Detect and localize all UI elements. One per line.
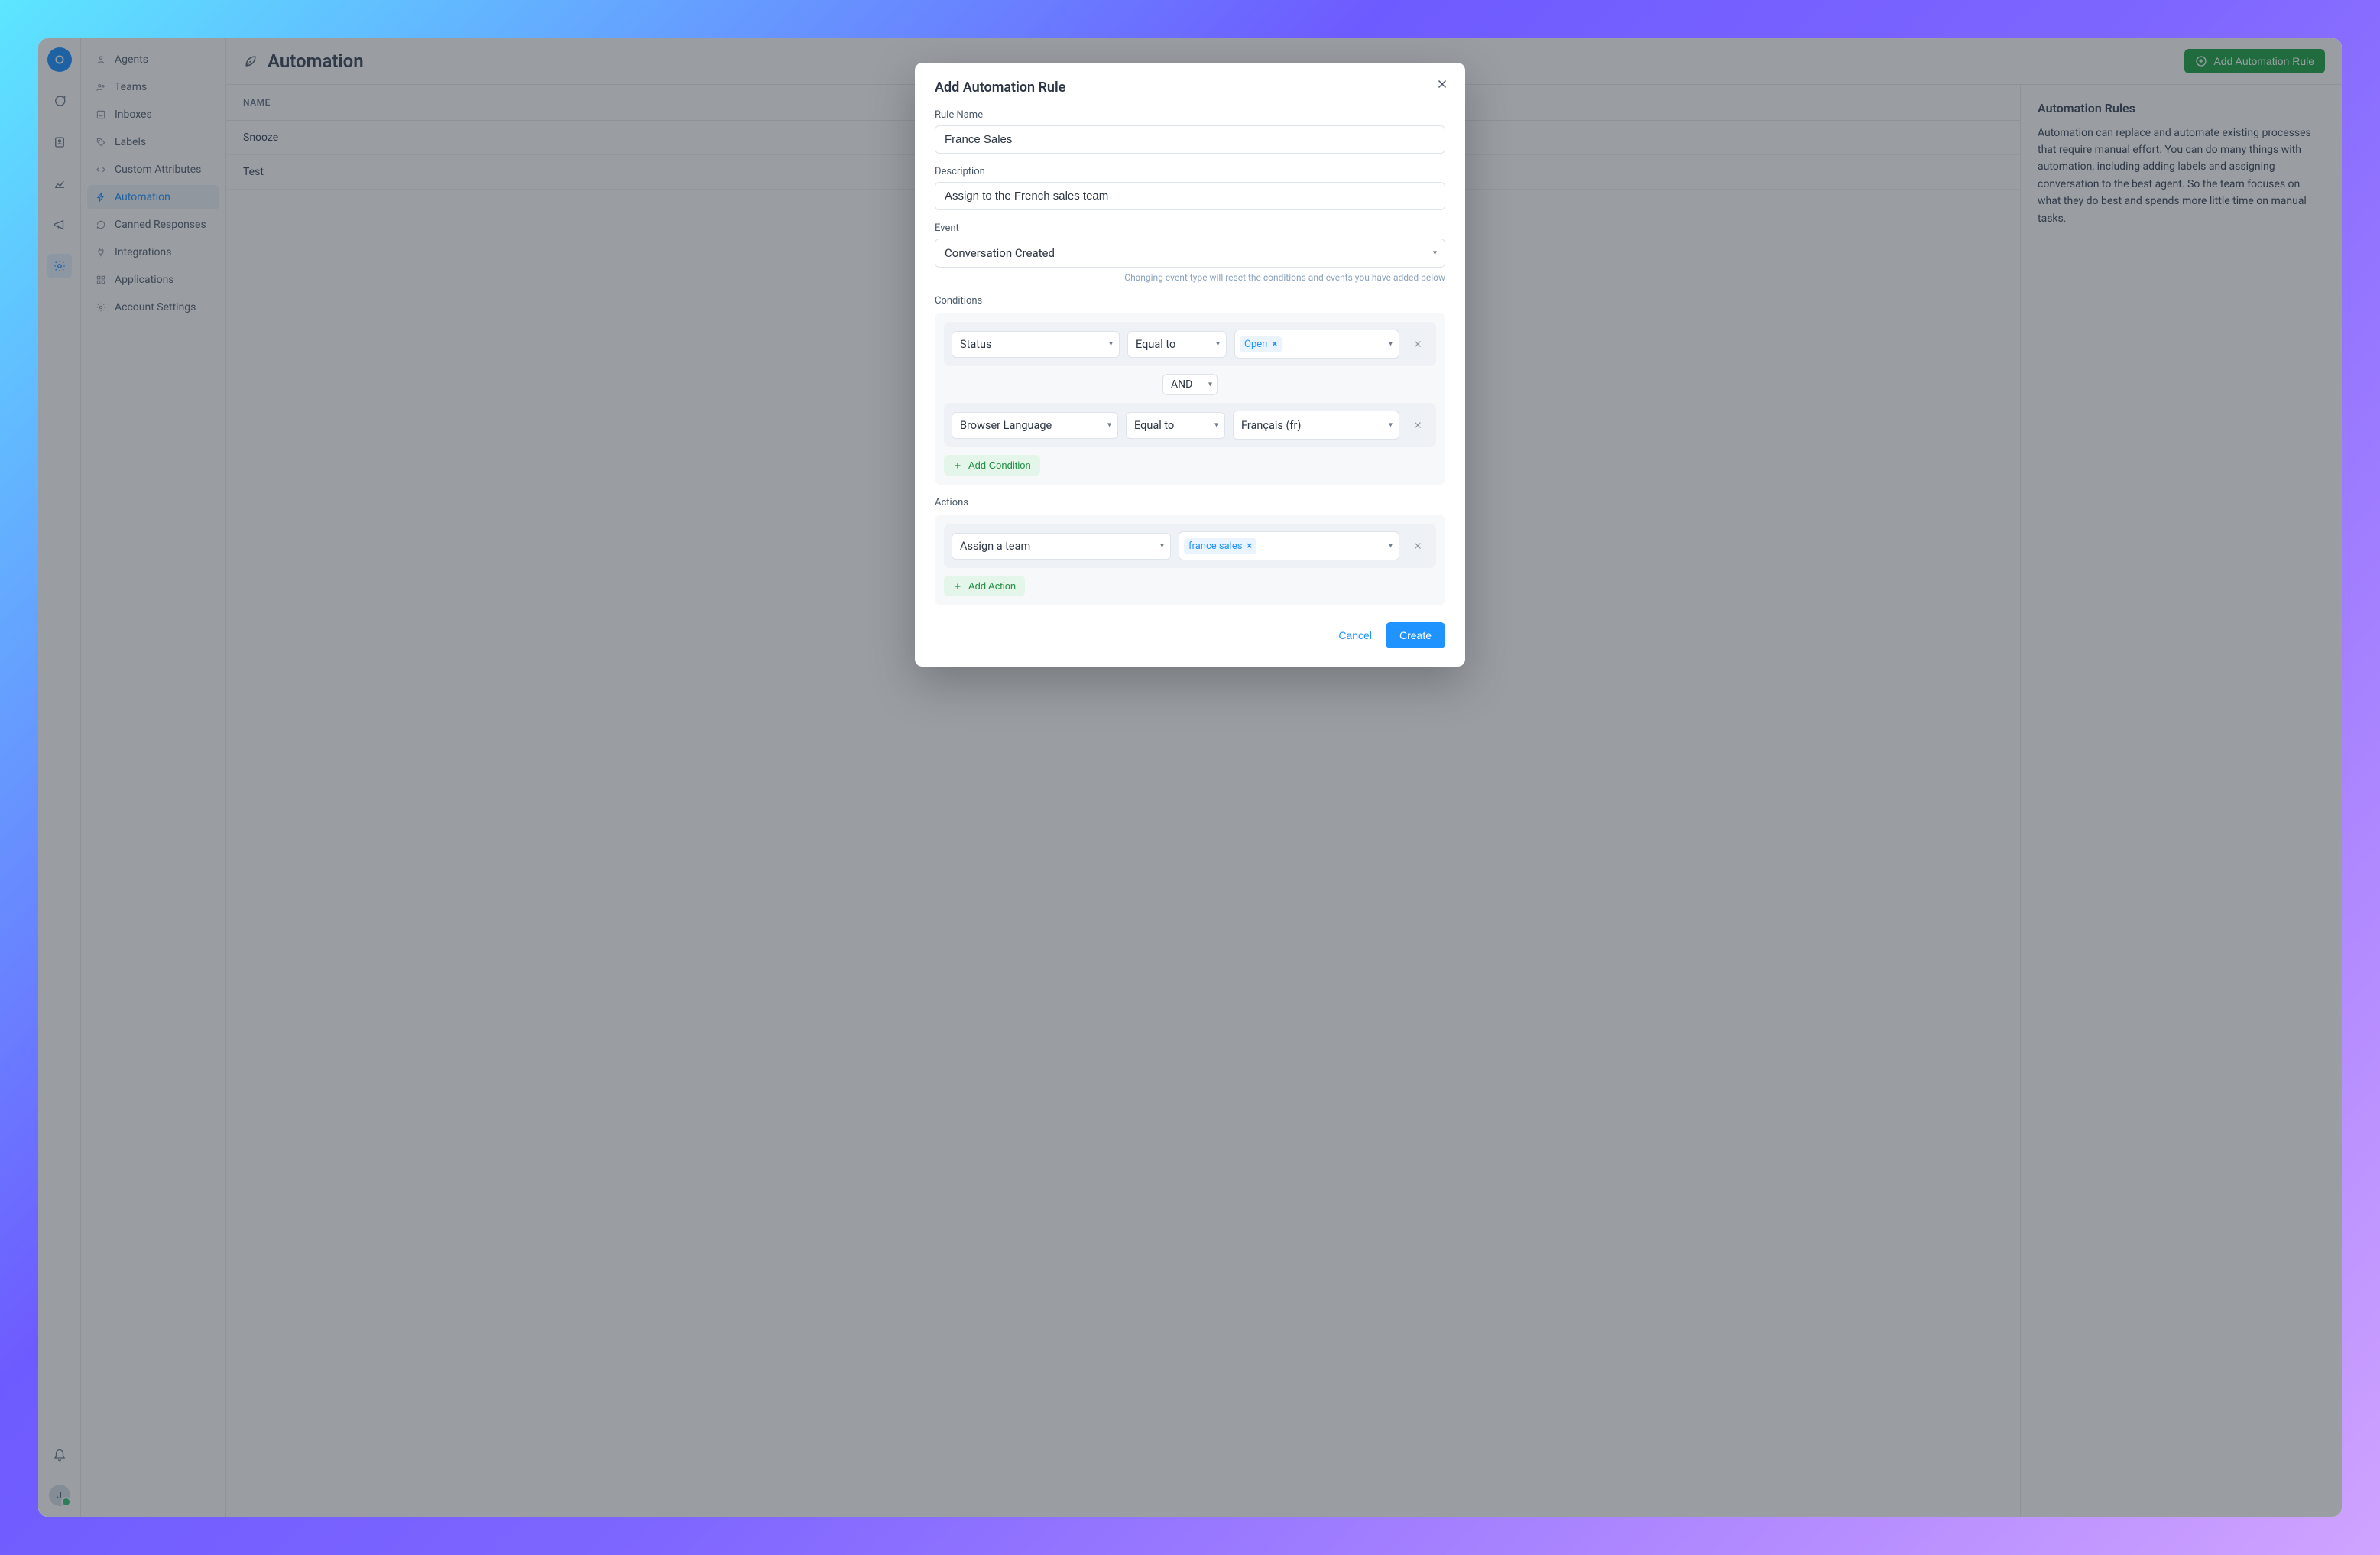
event-select[interactable]: Conversation Created: [935, 239, 1445, 268]
actions-label: Actions: [935, 497, 1445, 508]
modal-footer: Cancel Create: [935, 622, 1445, 648]
conditions-label: Conditions: [935, 295, 1445, 307]
cancel-button[interactable]: Cancel: [1338, 629, 1372, 641]
description-label: Description: [935, 166, 1445, 177]
action-value-multiselect[interactable]: france sales ×: [1179, 531, 1399, 560]
event-hint: Changing event type will reset the condi…: [935, 272, 1445, 283]
condition-field-select[interactable]: Browser Language: [952, 412, 1118, 439]
condition-field-select[interactable]: Status: [952, 331, 1120, 358]
chip-remove-icon[interactable]: ×: [1272, 339, 1277, 350]
condition-operator-select[interactable]: Equal to: [1127, 331, 1227, 358]
remove-condition-icon[interactable]: [1407, 333, 1428, 355]
remove-condition-icon[interactable]: [1407, 414, 1428, 436]
action-row: Assign a team france sales ×: [944, 524, 1436, 568]
chip-label: france sales: [1188, 541, 1242, 552]
condition-value-select[interactable]: Français (fr): [1233, 411, 1399, 440]
actions-panel: Assign a team france sales × Add Action: [935, 515, 1445, 605]
app-window: J Agents Teams Inboxes Labels Custom Att…: [38, 38, 2342, 1517]
create-button[interactable]: Create: [1386, 622, 1445, 648]
plus-icon: [953, 582, 962, 591]
close-icon[interactable]: [1432, 73, 1453, 95]
rule-name-label: Rule Name: [935, 109, 1445, 121]
add-condition-button[interactable]: Add Condition: [944, 455, 1040, 476]
chip-remove-icon[interactable]: ×: [1247, 541, 1252, 552]
rule-name-input[interactable]: [935, 125, 1445, 154]
modal-title: Add Automation Rule: [935, 80, 1445, 96]
add-automation-rule-modal: Add Automation Rule Rule Name Descriptio…: [915, 63, 1465, 667]
value-chip: france sales ×: [1184, 538, 1256, 554]
condition-value-multiselect[interactable]: Open ×: [1234, 330, 1399, 359]
value-chip: Open ×: [1240, 336, 1282, 352]
event-label: Event: [935, 222, 1445, 234]
action-type-select[interactable]: Assign a team: [952, 533, 1171, 560]
condition-row: Status Equal to Open ×: [944, 322, 1436, 366]
condition-joiner-select[interactable]: AND: [1162, 374, 1218, 395]
description-input[interactable]: [935, 182, 1445, 210]
button-label: Add Action: [968, 580, 1016, 592]
modal-scrim[interactable]: Add Automation Rule Rule Name Descriptio…: [38, 38, 2342, 1517]
add-action-button[interactable]: Add Action: [944, 576, 1025, 596]
button-label: Add Condition: [968, 459, 1031, 471]
condition-row: Browser Language Equal to Français (fr): [944, 403, 1436, 447]
conditions-panel: Status Equal to Open × AND Browser Langu…: [935, 313, 1445, 485]
plus-icon: [953, 461, 962, 470]
condition-operator-select[interactable]: Equal to: [1126, 412, 1225, 439]
remove-action-icon[interactable]: [1407, 535, 1428, 557]
chip-label: Open: [1244, 339, 1267, 350]
